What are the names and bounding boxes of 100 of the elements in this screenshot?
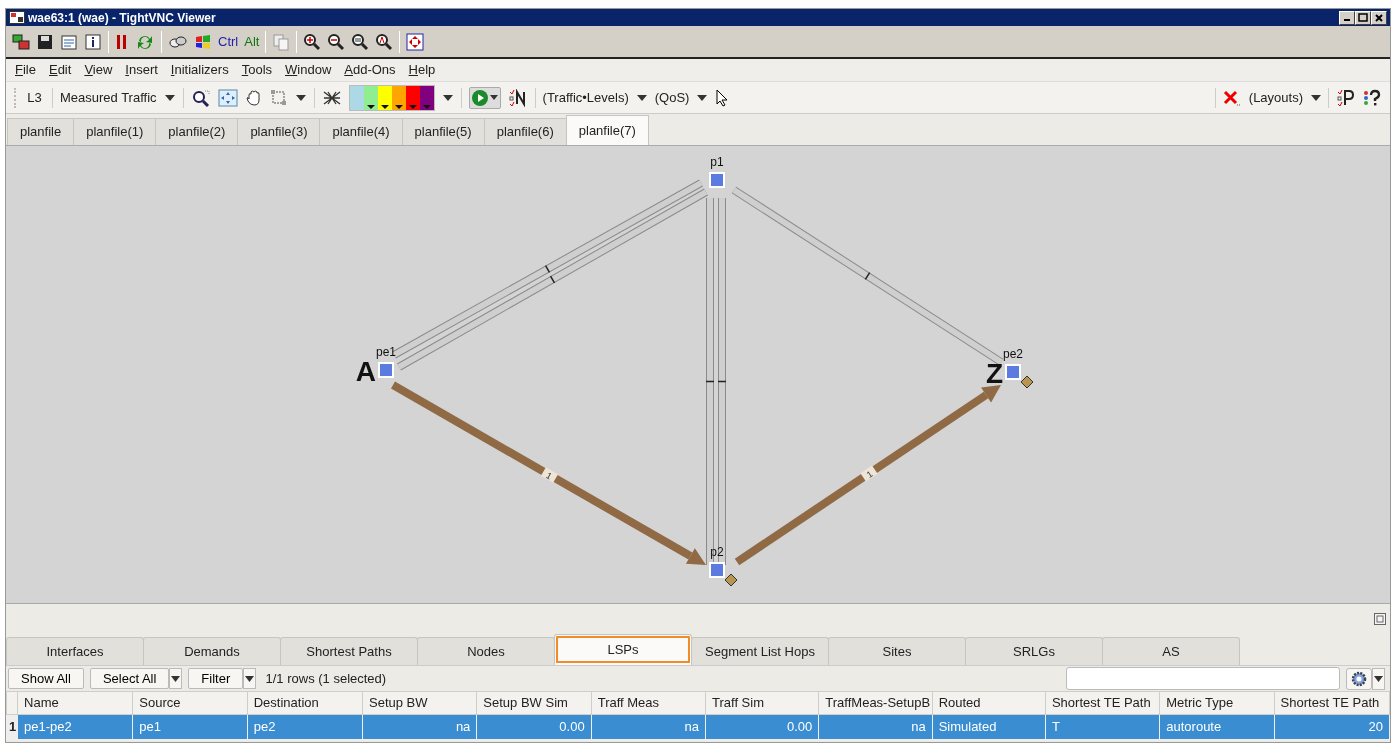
endpoint-label: A: [355, 356, 376, 387]
grip-handle[interactable]: [14, 87, 17, 108]
plan-tab[interactable]: planfile(2): [155, 118, 239, 145]
search-field[interactable]: [1065, 667, 1340, 690]
layer-label[interactable]: L3: [24, 87, 45, 108]
select-all-button[interactable]: Select All: [89, 668, 170, 689]
plan-tab[interactable]: planfile(6): [483, 118, 567, 145]
node-icon[interactable]: [709, 172, 725, 188]
traffic-levels-dropdown[interactable]: (Traffic•Levels): [542, 87, 629, 108]
checklist-n-icon[interactable]: [507, 88, 528, 107]
table-tab[interactable]: Segment List Hops: [691, 637, 829, 665]
plan-tab[interactable]: planfile: [7, 118, 75, 145]
table-tab[interactable]: Sites: [828, 637, 966, 665]
zoom-auto-icon[interactable]: [375, 32, 394, 51]
column-header[interactable]: Destination: [247, 691, 363, 715]
table-tab[interactable]: LSPs: [554, 634, 692, 665]
maximize-icon: [1358, 13, 1368, 22]
close-button[interactable]: [1371, 10, 1387, 25]
zoom-out-icon[interactable]: [327, 32, 346, 51]
alt-key-button[interactable]: Alt: [244, 31, 260, 52]
plan-tab[interactable]: planfile(3): [237, 118, 321, 145]
fullscreen-icon[interactable]: [406, 32, 425, 51]
menu-item[interactable]: Tools: [241, 60, 273, 80]
menu-item[interactable]: Insert: [125, 60, 158, 80]
table-tab[interactable]: Nodes: [417, 637, 555, 665]
row-number: 1: [6, 714, 18, 740]
column-header[interactable]: Setup BW: [362, 691, 477, 715]
show-all-button[interactable]: Show All: [8, 668, 84, 689]
fit-view-icon[interactable]: [217, 88, 238, 107]
layouts-dropdown[interactable]: (Layouts): [1248, 87, 1303, 108]
plan-tab[interactable]: planfile(5): [401, 118, 485, 145]
column-header[interactable]: Traff Meas: [591, 691, 706, 715]
menu-item[interactable]: File: [15, 60, 36, 80]
checklist-p-icon[interactable]: [1335, 88, 1356, 107]
table-cell: na: [362, 714, 477, 740]
zoom-in-icon[interactable]: [303, 32, 322, 51]
clipboard-icon[interactable]: [272, 32, 291, 51]
settings-button[interactable]: [1345, 667, 1372, 690]
plan-tab[interactable]: planfile(7): [565, 115, 649, 145]
table-tab[interactable]: Interfaces: [6, 637, 144, 665]
lsp-arrow[interactable]: [734, 385, 1001, 566]
lsp-label: 1: [540, 467, 559, 483]
help-icon[interactable]: [1362, 88, 1382, 107]
column-header[interactable]: Shortest TE Path: [1045, 691, 1160, 715]
table-tab[interactable]: AS: [1102, 637, 1240, 665]
info-icon[interactable]: [84, 32, 102, 51]
new-connection-icon[interactable]: [12, 32, 30, 51]
color-palette[interactable]: [348, 84, 435, 111]
menu-item[interactable]: Edit: [48, 60, 72, 80]
column-header[interactable]: Source: [132, 691, 248, 715]
pause-icon[interactable]: [115, 32, 129, 51]
menu-item[interactable]: Initializers: [170, 60, 229, 80]
dropdown-button[interactable]: [243, 668, 257, 689]
mouse-pointer-icon: [715, 88, 730, 107]
table-tab[interactable]: Demands: [143, 637, 281, 665]
restore-icon[interactable]: [1374, 613, 1386, 625]
table-cell: na: [818, 714, 933, 740]
column-header[interactable]: Routed: [932, 691, 1046, 715]
lsp-arrow[interactable]: [391, 381, 706, 565]
close-icon: [1375, 13, 1383, 22]
node-icon[interactable]: [378, 362, 394, 378]
column-header[interactable]: Shortest TE Path: [1274, 691, 1390, 715]
play-icon: [470, 88, 489, 107]
ctrl-key-button[interactable]: Ctrl: [218, 31, 239, 52]
column-header[interactable]: Traff Sim: [705, 691, 819, 715]
table-tab[interactable]: SRLGs: [965, 637, 1103, 665]
menu-item[interactable]: View: [84, 60, 113, 80]
qos-dropdown[interactable]: (QoS): [654, 87, 690, 108]
traffic-dropdown[interactable]: Measured Traffic: [59, 87, 157, 108]
node-icon[interactable]: [1005, 364, 1021, 380]
save-icon[interactable]: [36, 32, 54, 51]
table-tab[interactable]: Shortest Paths: [280, 637, 418, 665]
column-header[interactable]: Setup BW Sim: [476, 691, 592, 715]
windows-flag-icon[interactable]: [194, 32, 212, 51]
dropdown-button[interactable]: [169, 668, 183, 689]
menu-item[interactable]: Window: [285, 60, 332, 80]
menu-item[interactable]: Help: [408, 60, 436, 80]
caret-icon: [489, 95, 498, 100]
zoom-area-icon[interactable]: [190, 88, 211, 107]
menu-item[interactable]: Add-Ons: [344, 60, 396, 80]
plan-tab[interactable]: planfile(4): [319, 118, 403, 145]
column-header[interactable]: Metric Type: [1159, 691, 1275, 715]
column-header[interactable]: TraffMeas-SetupB: [818, 691, 933, 715]
table-cell: pe1: [132, 714, 248, 740]
plan-tab[interactable]: planfile(1): [73, 118, 157, 145]
hand-icon[interactable]: [244, 88, 263, 107]
options-icon[interactable]: [60, 32, 78, 51]
zoom-reset-icon[interactable]: [351, 32, 370, 51]
table-cell: na: [591, 714, 706, 740]
select-icon[interactable]: [269, 88, 288, 107]
node-icon[interactable]: [709, 562, 725, 578]
run-button[interactable]: [468, 86, 501, 109]
filter-button[interactable]: Filter: [188, 668, 244, 689]
maximize-button[interactable]: [1355, 10, 1371, 25]
table-cell: pe1-pe2: [17, 714, 133, 740]
column-header[interactable]: Name: [17, 691, 133, 715]
table-cell: 20: [1274, 714, 1390, 740]
color-swatch[interactable]: [349, 85, 364, 110]
minimize-button[interactable]: [1339, 10, 1355, 25]
delete-icon[interactable]: [1222, 88, 1243, 107]
